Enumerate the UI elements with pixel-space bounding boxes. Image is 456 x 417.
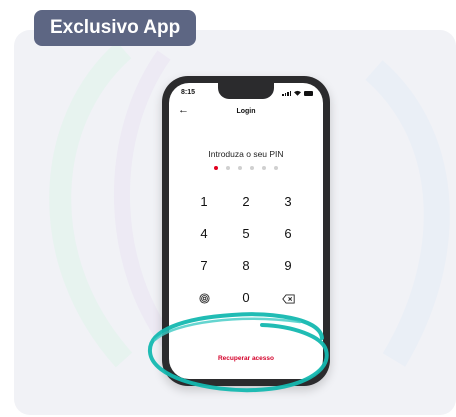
signal-icon [282,91,291,96]
pin-dot [250,166,254,170]
pin-dot [226,166,230,170]
backspace-icon [281,294,295,304]
key-5[interactable]: 5 [225,225,267,243]
key-6[interactable]: 6 [267,225,309,243]
key-3[interactable]: 3 [267,193,309,211]
status-time: 8:15 [181,89,196,96]
key-2[interactable]: 2 [225,193,267,211]
fingerprint-key[interactable] [183,289,225,307]
pin-dot [262,166,266,170]
backspace-key[interactable] [267,289,309,307]
pin-dot [238,166,242,170]
pin-dot [214,166,218,170]
pin-prompt: Introduza o seu PIN [208,149,284,159]
key-1[interactable]: 1 [183,193,225,211]
key-8[interactable]: 8 [225,257,267,275]
battery-icon [304,91,313,96]
phone-mockup: 8:15 ← Login Introduza o seu PIN 1 2 3 4… [162,76,330,386]
wifi-icon [294,90,301,96]
key-4[interactable]: 4 [183,225,225,243]
key-0[interactable]: 0 [225,289,267,307]
pin-indicator [169,166,323,170]
key-9[interactable]: 9 [267,257,309,275]
status-icons [282,90,313,96]
pin-keypad: 1 2 3 4 5 6 7 8 9 0 [183,193,309,307]
fingerprint-icon [198,293,210,304]
phone-screen: 8:15 ← Login Introduza o seu PIN 1 2 3 4… [169,83,323,379]
phone-notch [218,83,274,99]
key-7[interactable]: 7 [183,257,225,275]
exclusive-app-badge: Exclusivo App [34,10,197,46]
pin-dot [274,166,278,170]
screen-title: Login [236,108,256,115]
recover-access-link[interactable]: Recuperar acesso [169,355,323,362]
